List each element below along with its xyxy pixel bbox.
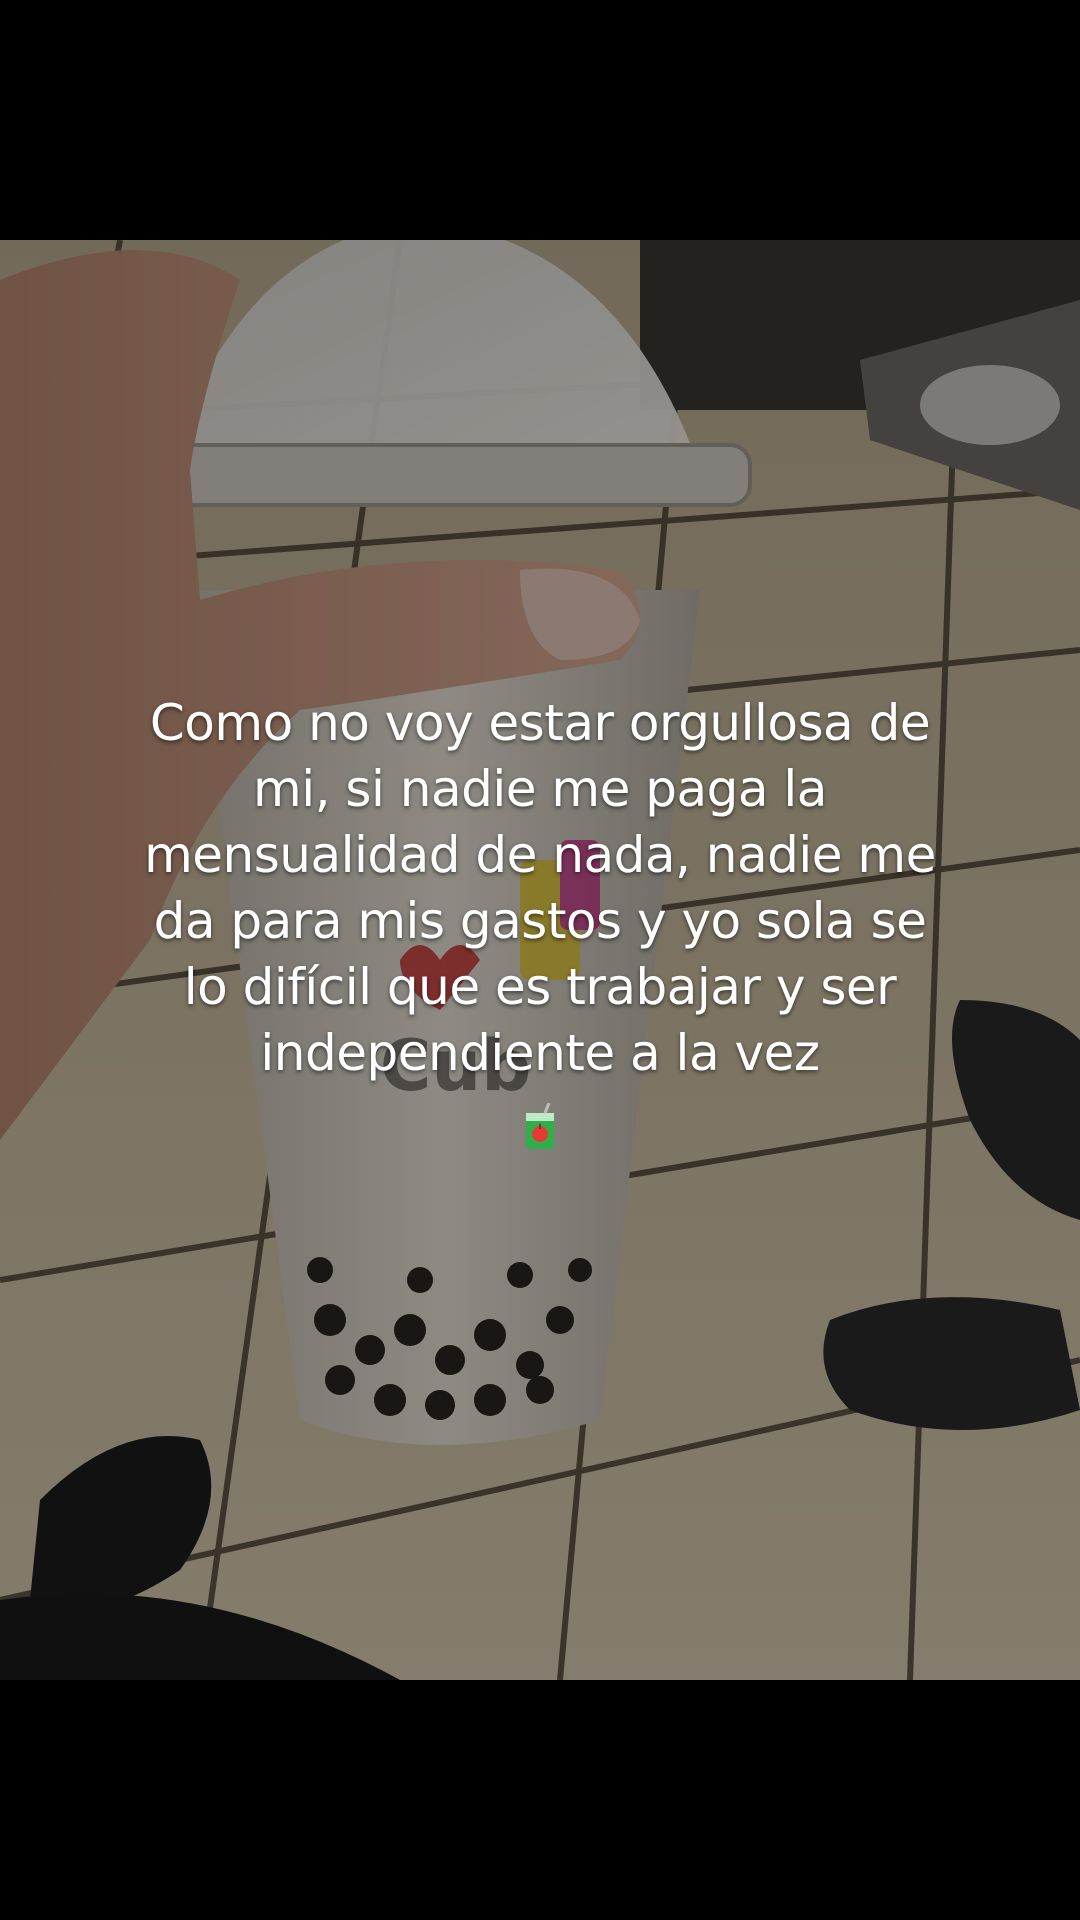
juice-box-icon: [523, 1101, 557, 1149]
story-screen: Cub Como no voy estar orgullosa de mi, s…: [0, 0, 1080, 1920]
bottom-letterbox: [0, 1680, 1080, 1920]
caption-text: Como no voy estar orgullosa de mi, si na…: [144, 694, 936, 1082]
story-caption: Como no voy estar orgullosa de mi, si na…: [140, 690, 940, 1152]
top-letterbox: [0, 0, 1080, 240]
